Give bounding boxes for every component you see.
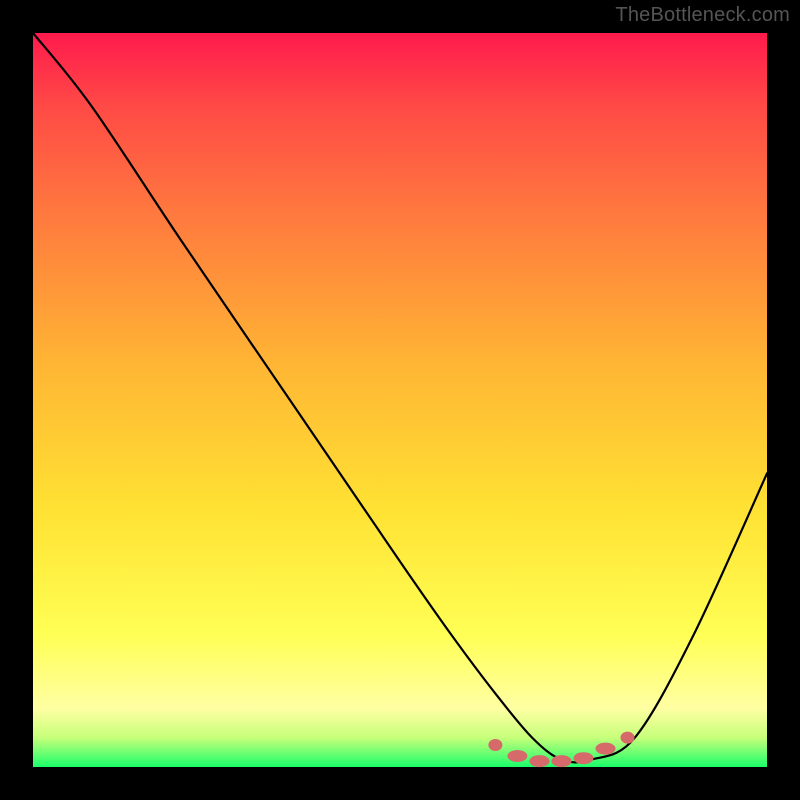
outer-frame: TheBottleneck.com [0,0,800,800]
sweet-spot-marker [530,755,550,767]
sweet-spot-marker [552,755,572,767]
watermark-text: TheBottleneck.com [615,4,790,27]
sweet-spot-markers [488,732,634,768]
sweet-spot-marker [574,752,594,764]
sweet-spot-marker [596,743,616,755]
bottleneck-chart [33,33,767,767]
sweet-spot-marker [488,739,502,751]
bottleneck-curve-path [33,33,767,762]
plot-gradient-area [33,33,767,767]
sweet-spot-marker [507,750,527,762]
sweet-spot-marker [621,732,635,744]
